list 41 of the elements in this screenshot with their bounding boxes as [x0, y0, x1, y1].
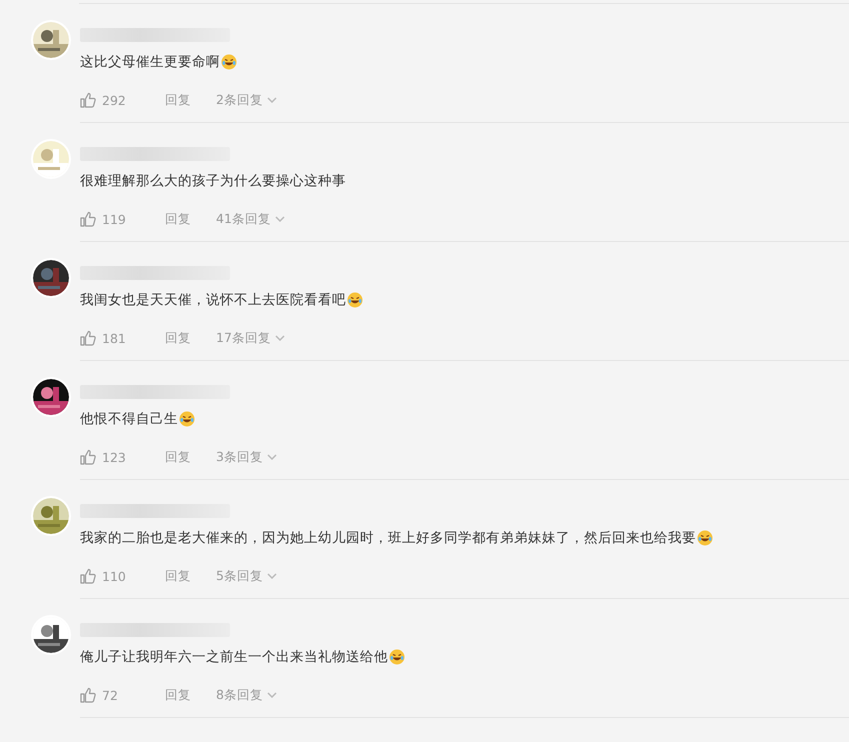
comment-text: 我闺女也是天天催，说怀不上去医院看看吧	[80, 291, 346, 309]
thumbs-up-icon	[80, 449, 96, 465]
reply-button[interactable]: 回复	[165, 92, 216, 108]
like-button[interactable]: 123	[80, 449, 165, 465]
reply-button[interactable]: 回复	[165, 568, 216, 584]
caret-icon	[274, 335, 285, 341]
comment-text: 这比父母催生更要命啊	[80, 53, 220, 71]
comment-text: 很难理解那么大的孩子为什么要操心这种事	[80, 172, 346, 190]
show-replies-button[interactable]: 5条回复	[216, 568, 277, 584]
thumbs-up-icon	[80, 568, 96, 584]
thumbs-up-icon	[80, 687, 96, 703]
show-replies-button[interactable]: 41条回复	[216, 210, 285, 228]
reply-button[interactable]: 回复	[165, 448, 216, 466]
comment-text: 他恨不得自己生	[80, 410, 178, 428]
reply-button[interactable]: 回复	[165, 330, 216, 346]
like-button[interactable]: 181	[80, 330, 165, 346]
laughing-face-icon	[179, 411, 195, 427]
laughing-face-icon	[347, 292, 363, 308]
thumbs-up-icon	[80, 330, 96, 346]
show-replies-button[interactable]: 8条回复	[216, 686, 277, 704]
reply-button[interactable]: 回复	[165, 686, 216, 704]
like-button[interactable]: 119	[80, 211, 165, 227]
like-button[interactable]: 292	[80, 92, 165, 108]
caret-icon	[266, 573, 277, 579]
comment-text: 俺儿子让我明年六一之前生一个出来当礼物送给他	[80, 648, 388, 666]
like-button[interactable]: 110	[80, 568, 165, 584]
show-replies-button[interactable]: 17条回复	[216, 330, 285, 346]
comment-text: 我家的二胎也是老大催来的，因为她上幼儿园时，班上好多同学都有弟弟妹妹了，然后回来也给我要	[80, 529, 696, 547]
show-replies-button[interactable]: 2条回复	[216, 92, 277, 108]
show-replies-button[interactable]: 3条回复	[216, 448, 277, 466]
reply-button[interactable]: 回复	[165, 210, 216, 228]
caret-icon	[266, 97, 277, 103]
like-button[interactable]: 72	[80, 687, 165, 703]
laughing-face-icon	[221, 54, 237, 70]
caret-icon	[266, 454, 277, 460]
thumbs-up-icon	[80, 211, 96, 227]
laughing-face-icon	[697, 530, 713, 546]
caret-icon	[266, 692, 277, 698]
thumbs-up-icon	[80, 92, 96, 108]
laughing-face-icon	[389, 649, 405, 665]
caret-icon	[274, 216, 285, 222]
